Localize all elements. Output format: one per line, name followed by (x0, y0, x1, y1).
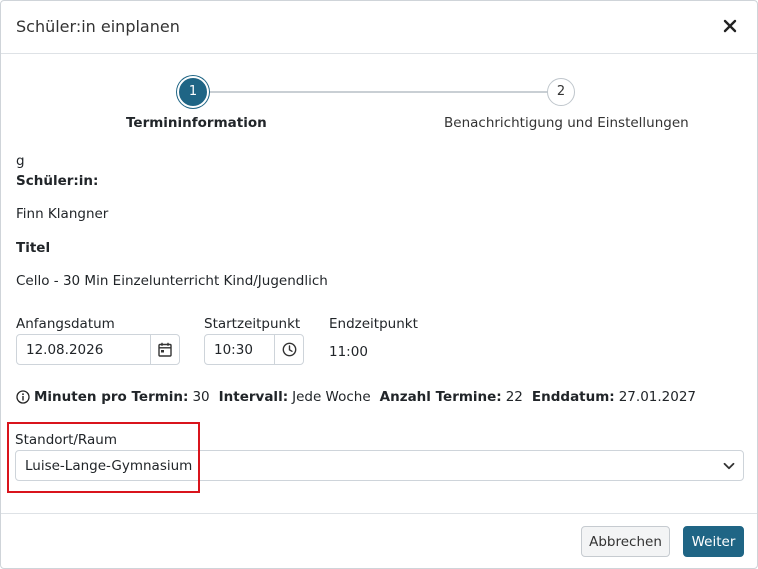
location-highlight-box (7, 422, 200, 493)
count-label: Anzahl Termine: (379, 389, 502, 405)
minutes-label: Minuten pro Termin: (34, 389, 189, 405)
start-date-label: Anfangsdatum (16, 316, 115, 332)
dialog-header: Schüler:in einplanen (1, 1, 757, 54)
start-time-value: 10:30 (214, 342, 253, 358)
end-time-label: Endzeitpunkt (329, 316, 418, 332)
title-value: Cello - 30 Min Einzelunterricht Kind/Jug… (16, 273, 328, 289)
count-value: 22 (505, 389, 523, 405)
start-date-value: 12.08.2026 (26, 342, 104, 358)
student-value: Finn Klangner (16, 206, 109, 222)
info-icon (16, 390, 30, 404)
end-date-value: 27.01.2027 (618, 389, 697, 405)
title-label: Titel (16, 240, 51, 256)
clock-icon[interactable] (274, 335, 303, 364)
chevron-down-icon (723, 460, 735, 476)
next-button[interactable]: Weiter (683, 526, 744, 557)
start-date-input[interactable]: 12.08.2026 (16, 334, 180, 365)
interval-value: Jede Woche (292, 389, 371, 405)
close-icon[interactable] (723, 16, 739, 36)
stray-text: g (16, 153, 25, 169)
step-1-label: Termininformation (126, 115, 267, 131)
minutes-value: 30 (192, 389, 210, 405)
start-time-input[interactable]: 10:30 (204, 334, 304, 365)
cancel-button[interactable]: Abbrechen (581, 526, 670, 557)
student-label: Schüler:in: (16, 173, 99, 189)
end-time-value: 11:00 (329, 344, 368, 360)
step-2-indicator[interactable]: 2 (547, 78, 575, 106)
step-2-label: Benachrichtigung und Einstellungen (444, 115, 689, 131)
footer-divider (1, 513, 757, 514)
stepper-connector (207, 91, 548, 93)
dialog-title: Schüler:in einplanen (16, 17, 180, 36)
end-date-label: Enddatum: (531, 389, 615, 405)
start-time-label: Startzeitpunkt (204, 316, 301, 332)
step-1-indicator[interactable]: 1 (179, 78, 207, 106)
schedule-dialog: Schüler:in einplanen 1 2 Termininformati… (0, 0, 758, 569)
calendar-icon[interactable] (150, 335, 179, 364)
schedule-summary: Minuten pro Termin: 30 Intervall: Jede W… (16, 389, 700, 405)
interval-label: Intervall: (218, 389, 289, 405)
